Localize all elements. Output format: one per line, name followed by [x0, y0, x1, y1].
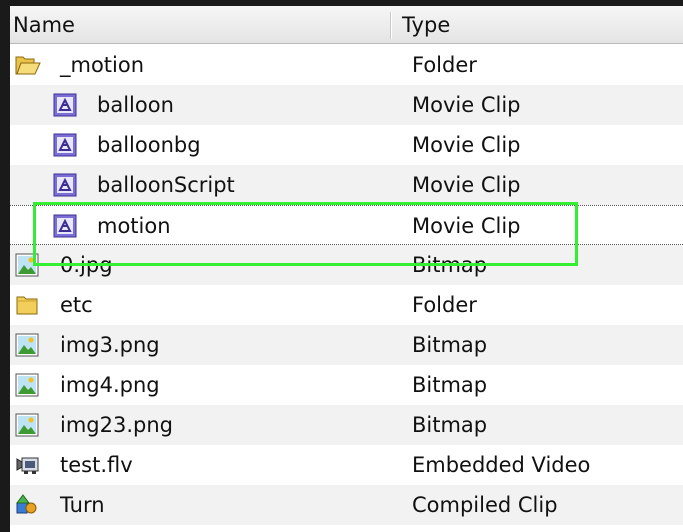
column-header-name[interactable]: Name [11, 6, 391, 44]
item-type: Bitmap [412, 413, 488, 437]
list-item-img4-png[interactable]: img4.png Bitmap [10, 365, 683, 405]
item-name: 0.jpg [60, 253, 113, 277]
bitmap-icon [15, 253, 39, 277]
folder-open-icon [15, 53, 41, 77]
item-name: img3.png [60, 333, 160, 357]
item-name: img4.png [60, 373, 160, 397]
list-item-test-flv[interactable]: test.flv Embedded Video [10, 445, 683, 485]
item-type: Movie Clip [412, 133, 521, 157]
list-item-turn[interactable]: Turn Compiled Clip [10, 485, 683, 525]
column-divider[interactable] [390, 12, 392, 39]
library-panel: Name Type _motion Folder balloon Movie C… [10, 6, 683, 532]
column-header-type[interactable]: Type [400, 6, 683, 44]
item-name: Turn [60, 493, 105, 517]
movie-clip-icon [53, 93, 77, 117]
item-type: Compiled Clip [412, 493, 558, 517]
list-item-img3-png[interactable]: img3.png Bitmap [10, 325, 683, 365]
folder-icon [15, 293, 39, 317]
bitmap-icon [15, 333, 39, 357]
item-type: Movie Clip [412, 214, 521, 238]
list-item-img23-png[interactable]: img23.png Bitmap [10, 405, 683, 445]
list-header: Name Type [10, 6, 683, 44]
item-name: _motion [60, 53, 145, 77]
list-item-motion[interactable]: motion Movie Clip [10, 205, 683, 245]
item-name: balloonScript [97, 173, 235, 197]
library-list: _motion Folder balloon Movie Clip balloo… [10, 45, 683, 525]
video-icon [15, 453, 39, 477]
item-type: Bitmap [412, 253, 488, 277]
compiled-clip-icon [15, 493, 39, 517]
list-item-balloonscript[interactable]: balloonScript Movie Clip [10, 165, 683, 205]
item-type: Folder [412, 293, 477, 317]
item-name: balloon [97, 93, 174, 117]
item-name: test.flv [60, 453, 133, 477]
item-name: motion [97, 214, 171, 238]
list-item-etc-folder[interactable]: etc Folder [10, 285, 683, 325]
list-item-balloon[interactable]: balloon Movie Clip [10, 85, 683, 125]
item-type: Movie Clip [412, 93, 521, 117]
item-name: img23.png [60, 413, 173, 437]
list-item-motion-folder[interactable]: _motion Folder [10, 45, 683, 85]
list-item-balloonbg[interactable]: balloonbg Movie Clip [10, 125, 683, 165]
bitmap-icon [15, 413, 39, 437]
item-type: Bitmap [412, 333, 488, 357]
movie-clip-icon [53, 214, 77, 238]
bitmap-icon [15, 373, 39, 397]
movie-clip-icon [53, 173, 77, 197]
item-name: balloonbg [97, 133, 201, 157]
item-type: Embedded Video [412, 453, 591, 477]
list-item-0-jpg[interactable]: 0.jpg Bitmap [10, 245, 683, 285]
item-type: Folder [412, 53, 477, 77]
item-type: Bitmap [412, 373, 488, 397]
movie-clip-icon [53, 133, 77, 157]
item-name: etc [60, 293, 93, 317]
item-type: Movie Clip [412, 173, 521, 197]
